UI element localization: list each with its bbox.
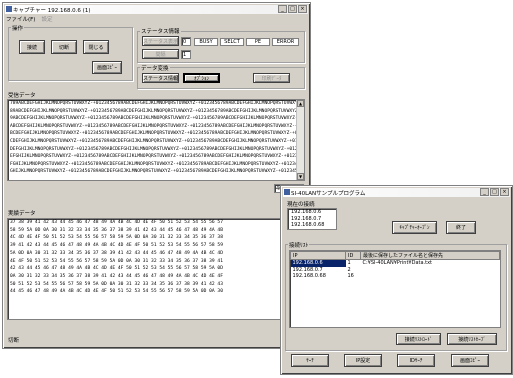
dialog-screen-copy-button[interactable]: 画面ｺﾋﾟｰ: [451, 354, 489, 367]
exit-button[interactable]: 終了: [446, 221, 476, 234]
option-button[interactable]: ｵﾌﾟｼｮﾝ: [183, 73, 220, 83]
hex-line: 50 51 52 53 54 55 56 57 58 59 5A 0D 0A 3…: [10, 281, 223, 287]
row-id: 16: [347, 273, 354, 280]
disconnect-button[interactable]: 切断: [51, 40, 77, 54]
receive-line: 789ABCDEFGHIJKLMNOPQRSTUVWXYZ-+012345678…: [10, 101, 305, 106]
receive-line: 9ABCDEFGHIJKLMNOPQRSTUVWXYZ-+0123456789A…: [10, 116, 305, 122]
dialog-minimize-icon[interactable]: _: [480, 188, 489, 196]
hex-line: 44 45 46 47 48 49 4A 4B 4C 4D 4E 4F 50 5…: [10, 289, 223, 295]
hex-line: 4C 4D 4E 4F 50 51 52 53 54 55 56 57 58 5…: [10, 235, 223, 241]
hex-line: 0A 30 31 32 33 34 35 36 37 38 39 41 42 4…: [10, 273, 223, 279]
list-item[interactable]: 192.168.0.68: [288, 222, 336, 229]
screen-copy-button[interactable]: 画面ｺﾋﾟｰ: [92, 61, 122, 74]
close-button[interactable]: 閉じる: [83, 40, 109, 54]
hex-line: 58 59 5A 0D 0A 30 31 32 33 34 35 36 37 3…: [10, 227, 223, 233]
error-flag: ERROR: [272, 38, 299, 46]
select-flag: SELCT: [220, 38, 244, 46]
interval-button[interactable]: 間隔: [142, 49, 179, 59]
app-icon: [6, 6, 12, 12]
hex-line: 4E 4F 50 51 52 53 54 55 56 57 58 59 5A 0…: [10, 258, 223, 264]
status-info-button[interactable]: ステータス情報: [142, 73, 179, 83]
menu-settings[interactable]: 設定: [41, 15, 52, 23]
minimize-icon[interactable]: _: [278, 5, 287, 13]
current-connection-label: 現在の接続: [287, 202, 315, 208]
current-connection-list[interactable]: 192.168.0.6 192.168.0.7 192.168.0.68: [287, 208, 337, 230]
main-window: キャプチャー 192.168.0.6 (1) _ □ × ファイル(F) 設定 …: [2, 2, 311, 349]
dialog-app-icon: [284, 189, 290, 195]
receive-line: EFGHIJKLMNOPQRSTUVWXYZ-+0123456789ABCDEF…: [10, 154, 305, 160]
dialog-window: SI-40LANサンプルプログラム _ □ × 現在の接続 192.168.0.…: [280, 185, 513, 375]
save-list-button[interactable]: 接続ﾘｽﾄｾｰﾌﾞ: [447, 333, 497, 345]
close-icon[interactable]: ×: [298, 5, 307, 13]
maximize-icon[interactable]: □: [288, 5, 297, 13]
hex-data-label: 実績データ: [8, 211, 36, 217]
scroll-up-icon[interactable]: ▲: [297, 100, 304, 107]
connection-list-table[interactable]: IP ID 最後に保存したファイル名と保存先 192.168.0.6 1 C:¥…: [290, 251, 500, 280]
receive-line: GHIJKLMNOPQRSTUVWXYZ-+0123456789ABCDEFGH…: [10, 169, 305, 175]
search-button[interactable]: ｻｰﾁ: [291, 354, 329, 367]
receive-scrollbar[interactable]: ▲ ▼: [296, 100, 304, 180]
receive-data-label: 受信データ: [8, 93, 36, 99]
hex-line: 42 43 44 45 46 47 48 49 4A 4B 4C 4D 4E 4…: [10, 266, 223, 272]
hex-data-textarea[interactable]: 37 38 39 41 42 43 44 45 46 47 48 49 4A 4…: [7, 218, 305, 320]
hex-line: 37 38 39 41 42 43 44 45 46 47 48 49 4A 4…: [10, 220, 223, 225]
receive-line: FGHIJKLMNOPQRSTUVWXYZ-+0123456789ABCDEFG…: [10, 161, 305, 167]
receive-line: CDEFGHIJKLMNOPQRSTUVWXYZ-+0123456789ABCD…: [10, 138, 305, 144]
interval-field[interactable]: 1: [181, 50, 191, 59]
menu-file[interactable]: ファイル(F): [6, 15, 35, 23]
receive-line: BCDEFGHIJKLMNOPQRSTUVWXYZ-+0123456789ABC…: [10, 131, 305, 137]
id-search-button[interactable]: IDｻｰﾁ: [397, 354, 435, 367]
status-group-label: ステータス情報: [140, 27, 181, 35]
dialog-title-bar[interactable]: SI-40LANサンプルプログラム _ □ ×: [283, 188, 510, 197]
row-ip: 192.168.0.6: [290, 259, 346, 267]
pe-flag: PE: [246, 38, 270, 46]
print-data-button[interactable]: 印刷ﾃﾞｰﾀ: [253, 73, 290, 83]
receive-line: DEFGHIJKLMNOPQRSTUVWXYZ-+0123456789ABCDE…: [10, 146, 305, 152]
row-path: [361, 273, 500, 280]
dialog-maximize-icon[interactable]: □: [490, 188, 499, 196]
row-path: C:¥SI-40LAN¥Print¥Data.txt: [362, 260, 433, 267]
main-title-bar[interactable]: キャプチャー 192.168.0.6 (1) _ □ ×: [5, 5, 308, 14]
receive-line: ABCDEFGHIJKLMNOPQRSTUVWXYZ-+0123456789AB…: [10, 123, 305, 129]
dialog-close-icon[interactable]: ×: [500, 188, 509, 196]
row-id: 1: [347, 260, 351, 267]
main-window-title: キャプチャー 192.168.0.6 (1): [13, 8, 91, 14]
status-bar-text: 切断: [8, 338, 20, 344]
table-row[interactable]: 192.168.0.68 16: [291, 273, 500, 280]
column-header-path[interactable]: 最後に保存したファイル名と保存先: [360, 251, 500, 260]
receive-line: 89ABCDEFGHIJKLMNOPQRSTUVWXYZ-+0123456789…: [10, 108, 305, 114]
connection-list-label: 接続ﾘｽﾄ: [288, 241, 310, 249]
table-row[interactable]: 192.168.0.6 1 C:¥SI-40LAN¥Print¥Data.txt: [290, 259, 500, 267]
column-header-ip[interactable]: IP: [290, 251, 346, 260]
busy-flag: BUSY: [194, 38, 218, 46]
row-ip: 192.168.0.68: [292, 273, 326, 280]
capture-open-button[interactable]: ｷｬﾌﾟﾁｬｰｵｰﾌﾟﾝ: [392, 221, 437, 234]
connect-button[interactable]: 接続: [19, 40, 45, 54]
load-list-button[interactable]: 接続ﾘｽﾄﾛｰﾄﾞ: [396, 333, 441, 345]
status-count-field[interactable]: 0: [181, 37, 191, 46]
data-change-group-label: データ変換: [140, 64, 170, 72]
hex-line: 39 41 42 43 44 45 46 47 48 49 4A 4B 4C 4…: [10, 243, 223, 249]
hex-data-lines: 37 38 39 41 42 43 44 45 46 47 48 49 4A 4…: [8, 219, 304, 296]
hex-line: 5A 0D 0A 30 31 32 33 34 35 36 37 38 39 4…: [10, 250, 223, 256]
ip-setting-button[interactable]: IP設定: [344, 354, 382, 367]
dialog-title: SI-40LANサンプルプログラム: [291, 191, 366, 197]
status-display-button[interactable]: ステータス表示: [142, 36, 179, 46]
receive-data-textarea[interactable]: 789ABCDEFGHIJKLMNOPQRSTUVWXYZ-+012345678…: [7, 99, 305, 181]
receive-data-lines: 789ABCDEFGHIJKLMNOPQRSTUVWXYZ-+012345678…: [8, 100, 304, 176]
menu-bar: ファイル(F) 設定: [6, 15, 52, 23]
scroll-down-icon[interactable]: ▼: [297, 173, 304, 180]
column-header-id[interactable]: ID: [345, 251, 361, 260]
operation-group-label: 操作: [11, 24, 25, 32]
